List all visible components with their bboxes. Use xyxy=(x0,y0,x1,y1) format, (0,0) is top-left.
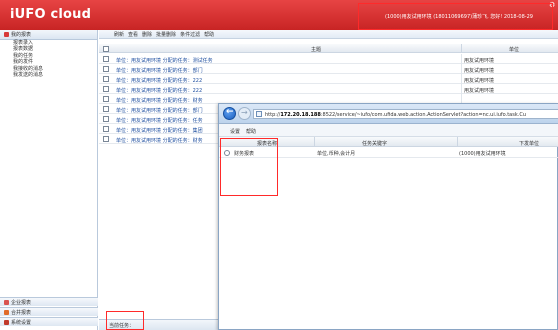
row-subject[interactable]: 单位：用友试用环境 分配的任务：222 xyxy=(116,77,202,84)
url-text[interactable]: http://172.20.18.188:8522/service/~iufo/… xyxy=(265,112,526,118)
toolbar: 刷新 查看 删除 批量删除 条件过滤 帮助 xyxy=(99,30,558,39)
row-unit: 用友试用环境 xyxy=(464,67,495,74)
highlight-box-user-info xyxy=(358,3,553,30)
row-subject[interactable]: 单位：用友试用环境 分配的任务：财务 xyxy=(116,97,203,104)
row-checkbox[interactable] xyxy=(103,116,109,122)
column-divider xyxy=(461,84,462,94)
sidebar: 我的报表 报表录入 报表数据 我的任务 我的发件 我接收的消息 我发送的消息 企… xyxy=(0,30,98,330)
consolidated-report-icon xyxy=(4,309,9,315)
row-checkbox[interactable] xyxy=(103,76,109,82)
row-checkbox[interactable] xyxy=(103,66,109,72)
row-issuing-unit: (1000)用友试用环境 xyxy=(459,151,506,157)
popup-window: http://172.20.18.188:8522/service/~iufo/… xyxy=(218,103,558,330)
row-task-keyword: 单位,币种,会计月 xyxy=(317,151,356,157)
row-checkbox[interactable] xyxy=(103,136,109,142)
table-row[interactable]: 单位：用友试用环境 分配的任务：222 用友试用环境 xyxy=(99,84,558,94)
row-checkbox[interactable] xyxy=(103,86,109,92)
row-unit: 用友试用环境 xyxy=(464,87,495,94)
filter-button[interactable]: 条件过滤 xyxy=(180,31,200,38)
row-subject[interactable]: 单位：用友试用环境 分配的任务：集团 xyxy=(116,127,203,134)
row-checkbox[interactable] xyxy=(103,106,109,112)
row-unit: 用友试用环境 xyxy=(464,77,495,84)
popup-menu-bar: 设置 帮助 xyxy=(219,124,558,137)
forward-arrow-icon[interactable] xyxy=(238,107,251,120)
row-subject[interactable]: 单位：用友试用环境 分配的任务：财务 xyxy=(116,137,203,144)
popup-address-bar: http://172.20.18.188:8522/service/~iufo/… xyxy=(219,104,558,124)
column-divider xyxy=(461,74,462,84)
table-row[interactable]: 单位：用友试用环境 分配的任务：222 用友试用环境 xyxy=(99,74,558,84)
url-field[interactable]: http://172.20.18.188:8522/service/~iufo/… xyxy=(253,109,558,119)
sidebar-bottom-consolidated-reports[interactable]: 合并报表 xyxy=(0,307,98,316)
column-header-issuing-unit: 下发单位 xyxy=(519,140,540,147)
row-subject[interactable]: 单位：用友试用环境 分配的任务：测试任务 xyxy=(116,57,213,64)
batch-delete-button[interactable]: 批量删除 xyxy=(156,31,176,38)
menu-settings[interactable]: 设置 xyxy=(230,128,240,135)
table-row[interactable]: 单位：用友试用环境 分配的任务：部门 用友试用环境 xyxy=(99,64,558,74)
row-unit: 用友试用环境 xyxy=(464,57,495,64)
sidebar-bottom-label: 合并报表 xyxy=(11,309,32,316)
sidebar-item-sent-messages[interactable]: 我发送的消息 xyxy=(0,72,97,78)
column-header-subject: 主题 xyxy=(311,47,322,53)
highlight-box-report-name xyxy=(220,138,278,196)
page-icon xyxy=(256,111,262,117)
row-checkbox[interactable] xyxy=(103,56,109,62)
delete-button[interactable]: 删除 xyxy=(142,31,152,38)
column-divider xyxy=(314,137,315,147)
app-logo: iUFO cloud xyxy=(10,7,92,22)
sidebar-header-label: 我的报表 xyxy=(11,32,32,38)
column-divider xyxy=(461,54,462,64)
enterprise-report-icon xyxy=(4,299,9,305)
row-subject[interactable]: 单位：用友试用环境 分配的任务：部门 xyxy=(116,107,203,114)
row-subject[interactable]: 单位：用友试用环境 分配的任务：部门 xyxy=(116,67,203,74)
row-subject[interactable]: 单位：用友试用环境 分配的任务：222 xyxy=(116,87,202,94)
sidebar-header-my-reports[interactable]: 我的报表 xyxy=(0,30,97,40)
menu-help[interactable]: 帮助 xyxy=(246,128,256,135)
settings-icon xyxy=(4,319,9,325)
column-divider xyxy=(461,64,462,74)
select-all-checkbox[interactable] xyxy=(103,45,109,52)
sidebar-bottom-label: 企业报表 xyxy=(11,299,32,306)
view-button[interactable]: 查看 xyxy=(128,31,138,38)
column-header-task-keyword: 任务关键字 xyxy=(362,140,388,147)
table-row[interactable]: 单位：用友试用环境 分配的任务：测试任务 用友试用环境 xyxy=(99,54,558,64)
row-checkbox[interactable] xyxy=(103,96,109,102)
row-subject[interactable]: 单位：用友试用环境 分配的任务：任务 xyxy=(116,117,203,124)
sidebar-bottom-enterprise-reports[interactable]: 企业报表 xyxy=(0,297,98,306)
back-arrow-icon[interactable] xyxy=(223,107,236,120)
column-divider xyxy=(457,137,458,147)
refresh-button[interactable]: 刷新 xyxy=(114,31,124,38)
help-button[interactable]: 帮助 xyxy=(204,31,214,38)
highlight-box-current-task xyxy=(106,311,144,330)
column-divider xyxy=(461,44,462,53)
table-header: 主题 单位 xyxy=(99,44,558,53)
column-header-unit: 单位 xyxy=(509,47,520,53)
sidebar-bottom-label: 系统设置 xyxy=(11,319,32,326)
report-folder-icon xyxy=(4,32,9,37)
row-checkbox[interactable] xyxy=(103,126,109,132)
sidebar-bottom-system-settings[interactable]: 系统设置 xyxy=(0,317,98,326)
